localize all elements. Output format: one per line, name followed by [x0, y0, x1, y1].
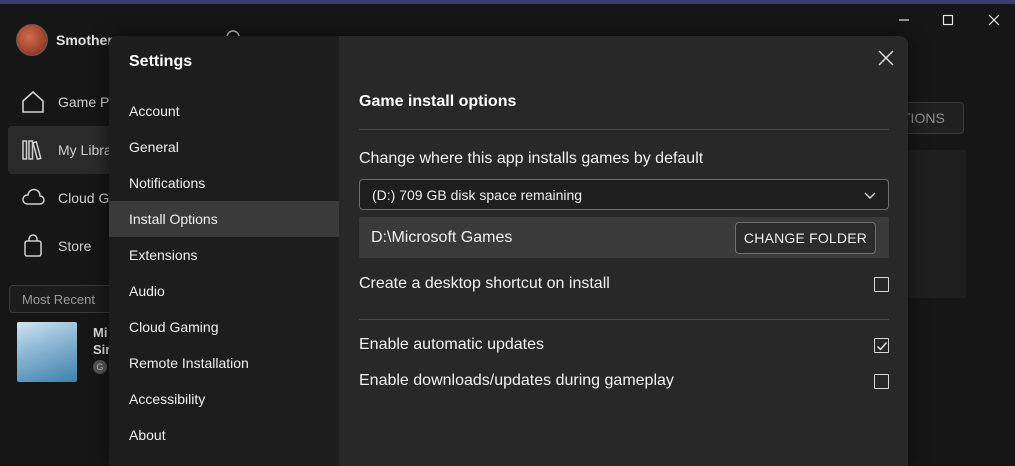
option-label-downloads-during-gameplay: Enable downloads/updates during gameplay [359, 372, 674, 389]
settings-nav-remote-installation[interactable]: Remote Installation [109, 345, 339, 381]
desktop-shortcut-checkbox[interactable] [874, 277, 889, 292]
settings-nav-about[interactable]: About [109, 417, 339, 453]
drive-select-value: (D:) 709 GB disk space remaining [372, 186, 583, 203]
game-badge: G [93, 360, 107, 374]
home-icon [22, 90, 44, 113]
settings-nav-notifications[interactable]: Notifications [109, 165, 339, 201]
library-icon [22, 140, 42, 161]
chevron-down-icon [864, 192, 876, 199]
cloud-icon [22, 188, 45, 205]
settings-nav-extensions[interactable]: Extensions [109, 237, 339, 273]
drive-select[interactable]: (D:) 709 GB disk space remaining [359, 179, 889, 210]
minimize-button[interactable] [884, 8, 924, 32]
nav-item-label: Cloud G [58, 190, 110, 206]
settings-nav-audio[interactable]: Audio [109, 273, 339, 309]
nav-item-label: Game Pa [58, 94, 113, 110]
dialog-close-button[interactable] [874, 46, 898, 70]
divider [359, 319, 889, 320]
game-title[interactable]: Mi Sir [93, 324, 110, 358]
settings-nav-accessibility[interactable]: Accessibility [109, 381, 339, 417]
install-location-label: Change where this app installs games by … [359, 150, 704, 167]
nav-item-game-pass[interactable]: Game Pa [8, 78, 113, 126]
background-sidebar: Game Pa My Libra Cloud G Store [8, 78, 113, 270]
automatic-updates-checkbox[interactable] [874, 338, 889, 353]
settings-nav-cloud-gaming[interactable]: Cloud Gaming [109, 309, 339, 345]
option-label-desktop-shortcut: Create a desktop shortcut on install [359, 275, 610, 292]
nav-item-label: My Libra [58, 142, 112, 158]
user-profile[interactable]: Smothery [16, 24, 121, 56]
settings-nav-general[interactable]: General [109, 129, 339, 165]
nav-item-store[interactable]: Store [8, 222, 113, 270]
minimize-icon [899, 19, 909, 21]
close-icon [878, 50, 894, 66]
settings-nav-install-options[interactable]: Install Options [109, 201, 339, 237]
settings-content: Game install options Change where this a… [339, 36, 908, 466]
dialog-title: Settings [129, 53, 193, 70]
settings-nav-account[interactable]: Account [109, 93, 339, 129]
nav-item-my-library[interactable]: My Libra [8, 126, 113, 174]
store-icon [24, 234, 42, 257]
maximize-icon [942, 14, 954, 26]
content-panel [908, 150, 966, 298]
settings-nav: Account General Notifications Install Op… [109, 93, 339, 453]
game-thumbnail[interactable] [17, 322, 77, 382]
section-heading: Game install options [359, 93, 517, 110]
nav-item-cloud-gaming[interactable]: Cloud G [8, 174, 113, 222]
game-title-line: Mi [93, 325, 108, 340]
game-title-line: Sir [93, 342, 111, 357]
window-title-strip [0, 0, 1015, 4]
sort-dropdown[interactable]: Most Recent [9, 285, 119, 313]
settings-sidebar: Settings Account General Notifications I… [109, 36, 339, 466]
install-folder-row: D:\Microsoft Games CHANGE FOLDER [359, 217, 889, 258]
close-icon [988, 14, 1000, 26]
settings-dialog: Settings Account General Notifications I… [109, 36, 908, 466]
avatar [16, 24, 48, 56]
install-path: D:\Microsoft Games [371, 228, 513, 246]
maximize-button[interactable] [928, 8, 968, 32]
nav-item-label: Store [58, 238, 92, 254]
option-label-automatic-updates: Enable automatic updates [359, 336, 545, 353]
divider [359, 129, 889, 130]
checkmark-icon [876, 341, 887, 351]
window-close-button[interactable] [974, 8, 1014, 32]
downloads-during-gameplay-checkbox[interactable] [874, 374, 889, 389]
change-folder-button[interactable]: CHANGE FOLDER [735, 222, 876, 254]
